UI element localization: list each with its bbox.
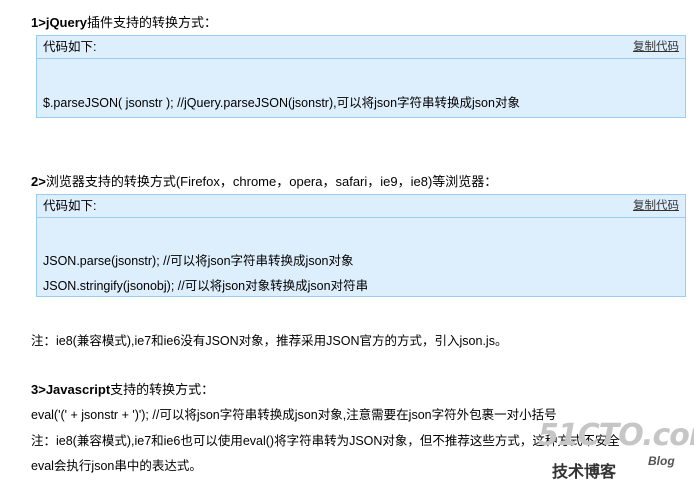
code-block-1-header: 代码如下: 复制代码 [37,36,685,59]
section2-number: 2> [31,174,46,189]
code-line: JSON.stringify(jsonobj); //可以将json对象转换成j… [43,279,369,293]
code-label: 代码如下: [43,199,97,213]
code-block-2: 代码如下: 复制代码 JSON.parse(jsonstr); //可以将jso… [36,194,686,297]
text-line: eval('(' + jsonstr + ')'); //可以将json字符串转… [31,408,557,422]
section3-bold-term: Javascript [45,382,111,397]
watermark-main: 51CTO.com [538,418,694,453]
watermark-blog: Blog [648,454,675,468]
section2-heading: 2>浏览器支持的转换方式(Firefox，chrome，opera，safari… [31,171,497,190]
copy-code-link[interactable]: 复制代码 [633,195,679,217]
watermark-sub: 技术博客 [552,464,617,481]
section1-heading: 1>jQuery插件支持的转换方式： [31,12,217,31]
section1-heading-text: 插件支持的转换方式： [87,15,218,30]
section3-heading-text: 支持的转换方式： [110,382,215,397]
section3-number: 3> [31,382,46,397]
code-block-1: 代码如下: 复制代码 $.parseJSON( jsonstr ); //jQu… [36,35,686,118]
section2-heading-text: 浏览器支持的转换方式(Firefox，chrome，opera，safari，i… [45,174,498,189]
note-ie8: 注：ie8(兼容模式),ie7和ie6没有JSON对象，推荐采用JSON官方的方… [31,334,508,348]
section1-bold-term: jQuery [45,15,88,30]
section3-heading: 3>Javascript支持的转换方式： [31,379,214,398]
text-line: eval会执行json串中的表达式。 [31,459,202,473]
watermark-logo: 51CTO.com 技术博客 Blog [528,414,694,487]
code-line: JSON.parse(jsonstr); //可以将json字符串转换成json… [43,254,354,268]
copy-code-link[interactable]: 复制代码 [633,36,679,58]
code-block-2-header: 代码如下: 复制代码 [37,195,685,218]
code-line: $.parseJSON( jsonstr ); //jQuery.parseJS… [43,96,520,110]
section1-number: 1> [31,15,46,30]
code-label: 代码如下: [43,40,97,54]
